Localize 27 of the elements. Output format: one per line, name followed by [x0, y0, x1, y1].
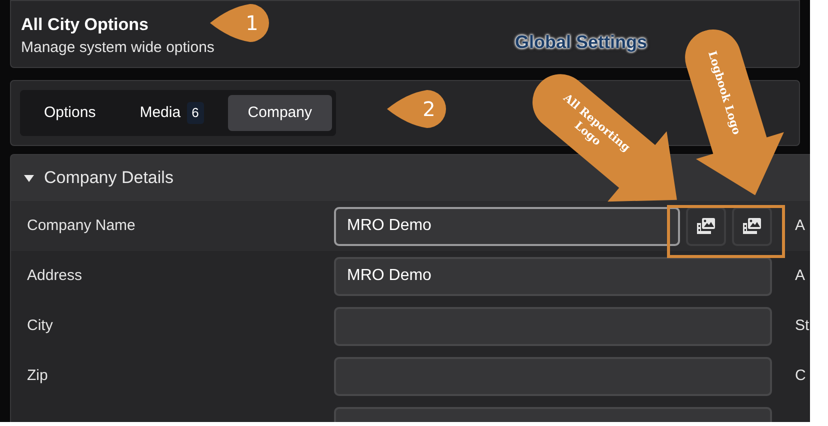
field-label: Company Name [27, 217, 136, 234]
field-label: Zip [27, 367, 48, 384]
text-field[interactable]: MRO Demo [334, 256, 772, 296]
caret-icon [24, 174, 34, 182]
tab[interactable]: Media 6 [120, 95, 224, 131]
count-badge: 6 [186, 102, 204, 124]
tab[interactable]: Company [228, 95, 332, 131]
section-header[interactable]: Company Details [11, 155, 186, 201]
page-title: All City Options [21, 14, 148, 36]
page-subtitle: Manage system wide options [21, 38, 214, 58]
field-label: A [795, 216, 806, 236]
tab[interactable]: Options [24, 95, 116, 131]
field-label: C [795, 366, 806, 386]
field-label: Address [27, 267, 82, 284]
field-label: A [795, 266, 806, 286]
text-field[interactable]: MRO Demo [334, 206, 680, 246]
field-label: St [795, 316, 810, 336]
step-number: 1 [246, 10, 258, 37]
step-number: 2 [422, 96, 436, 123]
logo-button[interactable] [732, 206, 772, 246]
field-label: City [27, 317, 53, 334]
images-icon [696, 217, 716, 235]
text-field[interactable] [334, 306, 772, 346]
text-field[interactable] [334, 356, 772, 396]
annotation-heading: Global Settings [515, 31, 648, 54]
logo-button[interactable] [686, 206, 726, 246]
images-icon [742, 217, 762, 235]
